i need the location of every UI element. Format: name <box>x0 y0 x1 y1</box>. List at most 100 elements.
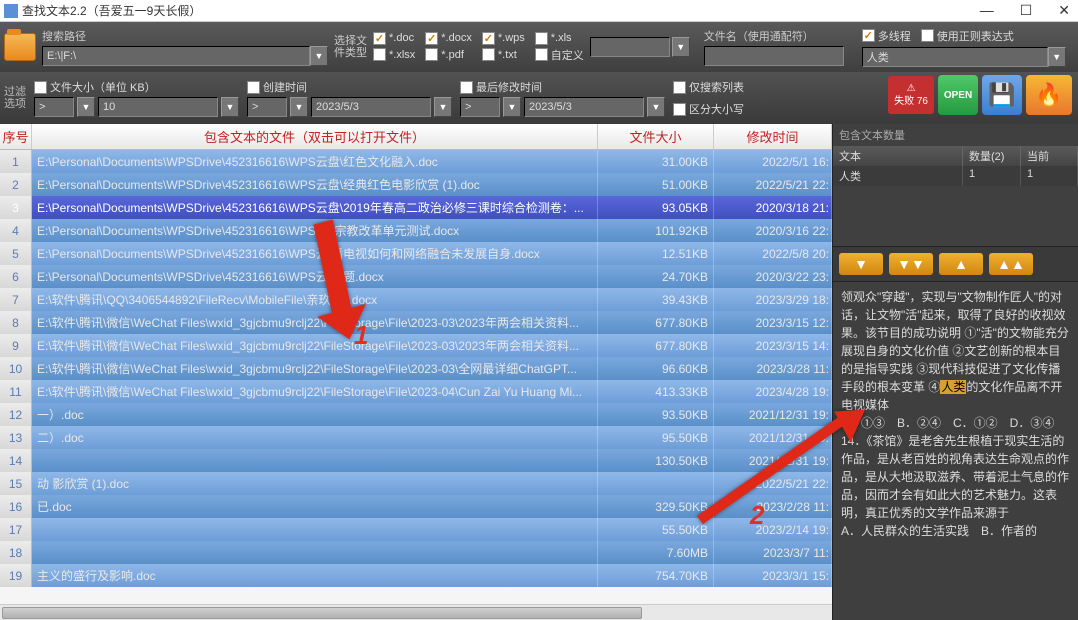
cell-date: 2020/3/22 23: <box>714 265 832 288</box>
nav-up-button[interactable]: ▲ <box>939 253 983 275</box>
mtime-filter-checkbox[interactable]: 最后修改时间 <box>460 79 665 95</box>
cell-index: 15 <box>0 472 32 495</box>
table-row[interactable]: 1E:\Personal\Documents\WPSDrive\45231661… <box>0 150 832 173</box>
cell-size: 677.80KB <box>598 334 714 357</box>
check-icon <box>373 32 386 45</box>
dropdown-icon[interactable]: ▼ <box>434 97 452 117</box>
cell-index: 4 <box>0 219 32 242</box>
ctime-value[interactable] <box>311 97 431 117</box>
cell-date: 2023/3/7 11: <box>714 541 832 564</box>
check-icon <box>460 81 473 94</box>
save-button[interactable]: 💾 <box>982 75 1022 115</box>
rp-data-row[interactable]: 人类 1 1 <box>833 166 1078 186</box>
nav-bottom-button[interactable]: ▼▼ <box>889 253 933 275</box>
results-pane: 序号 包含文本的文件（双击可以打开文件） 文件大小 修改时间 1E:\Perso… <box>0 124 832 620</box>
filetype-doc[interactable]: *.doc <box>373 32 415 45</box>
table-row[interactable]: 5E:\Personal\Documents\WPSDrive\45231661… <box>0 242 832 265</box>
path-label: 搜索路径 <box>42 28 328 44</box>
nav-top-button[interactable]: ▲▲ <box>989 253 1033 275</box>
table-row[interactable]: 3E:\Personal\Documents\WPSDrive\45231661… <box>0 196 832 219</box>
cell-file: 一）.doc <box>32 403 598 426</box>
mtime-value[interactable] <box>524 97 644 117</box>
table-row[interactable]: 6E:\Personal\Documents\WPSDrive\45231661… <box>0 265 832 288</box>
regex-checkbox[interactable]: 使用正则表达式 <box>921 28 1014 44</box>
keyword-dropdown[interactable]: ▼ <box>1048 47 1066 67</box>
folder-icon[interactable] <box>4 33 36 61</box>
titlebar: 查找文本2.2（吾爱五一9天长假） — ☐ ✕ <box>0 0 1078 22</box>
cell-file: E:\Personal\Documents\WPSDrive\452316616… <box>32 196 598 219</box>
table-row[interactable]: 187.60MB2023/3/7 11: <box>0 541 832 564</box>
path-dropdown[interactable]: ▼ <box>310 46 328 66</box>
table-row[interactable]: 8E:\软件\腾讯\微信\WeChat Files\wxid_3gjcbmu9r… <box>0 311 832 334</box>
filetype-pdf[interactable]: *.pdf <box>425 47 472 63</box>
filename-input[interactable] <box>704 46 844 66</box>
search-button[interactable]: 🔥 <box>1026 75 1072 115</box>
cell-index: 11 <box>0 380 32 403</box>
dropdown-icon[interactable]: ▼ <box>647 97 665 117</box>
custom-ext-input[interactable] <box>590 37 670 57</box>
cell-index: 8 <box>0 311 32 334</box>
cell-index: 16 <box>0 495 32 518</box>
table-row[interactable]: 11E:\软件\腾讯\微信\WeChat Files\wxid_3gjcbmu9… <box>0 380 832 403</box>
filesize-op[interactable] <box>34 97 74 117</box>
custom-ext-dropdown[interactable]: ▼ <box>672 37 690 57</box>
casesensitive-checkbox[interactable]: 区分大小写 <box>673 101 744 117</box>
scrollbar-thumb[interactable] <box>2 607 642 619</box>
table-row[interactable]: 10E:\软件\腾讯\微信\WeChat Files\wxid_3gjcbmu9… <box>0 357 832 380</box>
table-row[interactable]: 16 已.doc329.50KB2023/2/28 11: <box>0 495 832 518</box>
header-date[interactable]: 修改时间 <box>714 124 832 149</box>
cell-size: 51.00KB <box>598 173 714 196</box>
preview-text[interactable]: 领观众"穿越"，实现与"文物制作匠人"的对话，让文物"活"起来，取得了良好的收视… <box>833 282 1078 620</box>
table-row[interactable]: 15 动 影欣赏 (1).doc2022/5/21 22: <box>0 472 832 495</box>
filetype-xlsx[interactable]: *.xlsx <box>373 47 415 63</box>
cell-size: 329.50KB <box>598 495 714 518</box>
filetype-自定义[interactable]: 自定义 <box>535 47 584 63</box>
dropdown-icon[interactable]: ▼ <box>290 97 308 117</box>
dropdown-icon[interactable]: ▼ <box>503 97 521 117</box>
table-row[interactable]: 7E:\软件\腾讯\QQ\3406544892\FileRecv\MobileF… <box>0 288 832 311</box>
header-size[interactable]: 文件大小 <box>598 124 714 149</box>
listonly-checkbox[interactable]: 仅搜索列表 <box>673 79 744 95</box>
filesize-value[interactable] <box>98 97 218 117</box>
header-index[interactable]: 序号 <box>0 124 32 149</box>
close-button[interactable]: ✕ <box>1054 2 1074 19</box>
cell-index: 2 <box>0 173 32 196</box>
open-button[interactable]: OPEN <box>938 75 978 115</box>
dropdown-icon[interactable]: ▼ <box>77 97 95 117</box>
grid-body[interactable]: 1E:\Personal\Documents\WPSDrive\45231661… <box>0 150 832 604</box>
table-row[interactable]: 12 一）.doc93.50KB2021/12/31 19: <box>0 403 832 426</box>
table-row[interactable]: 4E:\Personal\Documents\WPSDrive\45231661… <box>0 219 832 242</box>
cell-file: E:\软件\腾讯\微信\WeChat Files\wxid_3gjcbmu9rc… <box>32 357 598 380</box>
multithread-checkbox[interactable]: 多线程 <box>862 28 911 44</box>
cell-file: E:\软件\腾讯\微信\WeChat Files\wxid_3gjcbmu9rc… <box>32 334 598 357</box>
table-row[interactable]: 13 二）.doc95.50KB2021/12/31 19: <box>0 426 832 449</box>
nav-down-button[interactable]: ▼ <box>839 253 883 275</box>
check-icon <box>673 103 686 116</box>
table-row[interactable]: 2E:\Personal\Documents\WPSDrive\45231661… <box>0 173 832 196</box>
filetype-xls[interactable]: *.xls <box>535 32 584 45</box>
filetype-grid: *.doc *.docx *.wps *.xls *.xlsx *.pdf *.txt 自定义 <box>373 32 584 63</box>
check-icon <box>673 81 686 94</box>
table-row[interactable]: 9E:\软件\腾讯\微信\WeChat Files\wxid_3gjcbmu9r… <box>0 334 832 357</box>
header-file[interactable]: 包含文本的文件（双击可以打开文件） <box>32 124 598 149</box>
fail-badge: ⚠失败 76 <box>888 76 934 114</box>
dropdown-icon[interactable]: ▼ <box>221 97 239 117</box>
filesize-filter-checkbox[interactable]: 文件大小（单位 KB） <box>34 79 239 95</box>
ctime-op[interactable] <box>247 97 287 117</box>
ctime-filter-checkbox[interactable]: 创建时间 <box>247 79 452 95</box>
path-input[interactable] <box>42 46 310 66</box>
horizontal-scrollbar[interactable] <box>0 604 832 620</box>
keyword-input[interactable] <box>862 47 1048 67</box>
minimize-button[interactable]: — <box>976 2 998 19</box>
table-row[interactable]: 14130.50KB2021/12/31 19: <box>0 449 832 472</box>
mtime-op[interactable] <box>460 97 500 117</box>
table-row[interactable]: 19 主义的盛行及影响.doc754.70KB2023/3/1 15: <box>0 564 832 587</box>
table-row[interactable]: 1755.50KB2023/2/14 19: <box>0 518 832 541</box>
cell-index: 13 <box>0 426 32 449</box>
cell-index: 5 <box>0 242 32 265</box>
filetype-docx[interactable]: *.docx <box>425 32 472 45</box>
window-title: 查找文本2.2（吾爱五一9天长假） <box>22 2 201 19</box>
maximize-button[interactable]: ☐ <box>1016 2 1037 19</box>
filetype-wps[interactable]: *.wps <box>482 32 525 45</box>
filetype-txt[interactable]: *.txt <box>482 47 525 63</box>
